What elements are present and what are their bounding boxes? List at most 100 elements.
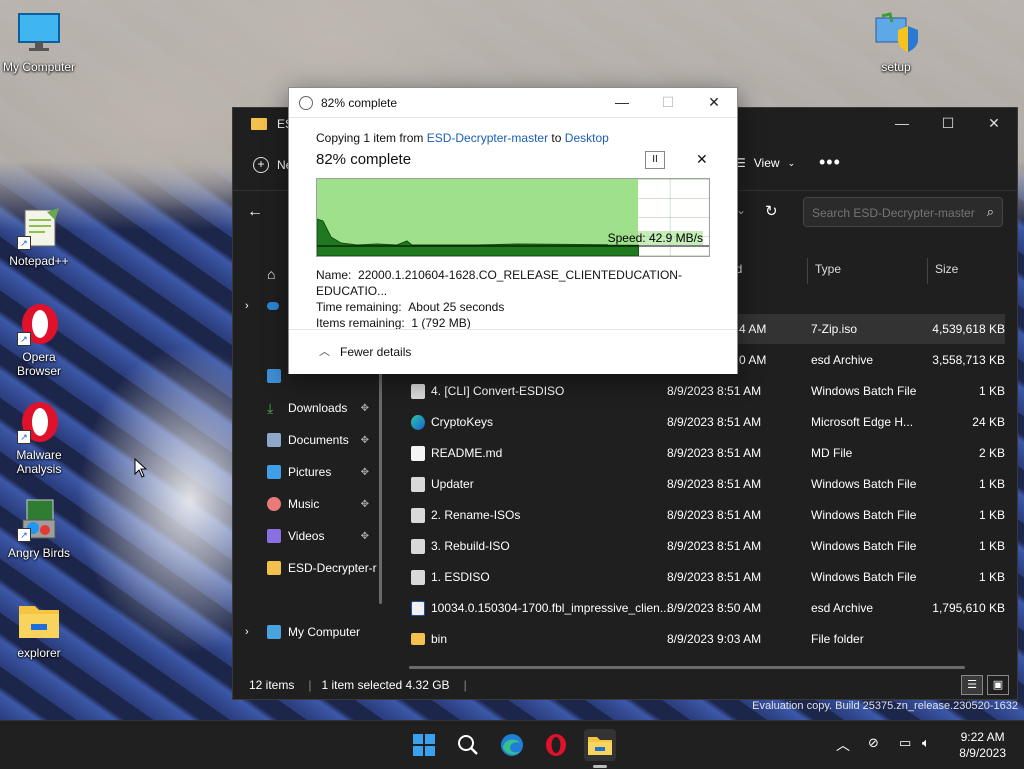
desktop-icon-notepad-plus-plus[interactable]: ↗ Notepad++ [0,206,78,268]
maximize-button[interactable]: ☐ [925,108,971,138]
desktop-icon-angry-birds[interactable]: ↗ Angry Birds [0,498,78,560]
file-explorer-icon [588,737,612,755]
desktop-icon [267,369,281,383]
file-date: 8/9/2023 8:51 AM [667,508,762,522]
status-bar: 12 items | 1 item selected 4.32 GB | ☰ ▣ [233,671,1017,699]
shortcut-arrow-icon: ↗ [17,332,31,346]
file-name: 3. Rebuild-ISO [431,539,510,553]
home-icon: ⌂ [267,266,276,282]
file-row[interactable]: README.md 8/9/2023 8:51 AM MD File 2 KB [405,438,1005,468]
chevron-up-icon[interactable]: ︿ [836,735,850,755]
column-header-type[interactable]: Type [815,262,841,282]
file-row[interactable]: bin 8/9/2023 9:03 AM File folder [405,624,1005,654]
music-icon [267,497,281,511]
system-clock[interactable]: 9:22 AM 8/9/2023 [959,729,1006,761]
clock-time: 9:22 AM [960,730,1005,744]
copy-progress-dialog[interactable]: 82% complete — ☐ ✕ Copying 1 item from E… [288,87,738,374]
file-row[interactable]: Updater 8/9/2023 8:51 AM Windows Batch F… [405,469,1005,499]
fewer-details-button[interactable]: ︿ Fewer details [289,329,737,374]
file-name: 4. [CLI] Convert-ESDISO [431,384,565,398]
close-button[interactable]: ✕ [971,108,1017,138]
search-input[interactable] [804,198,979,228]
nav-item-my-computer[interactable]: › My Computer [233,618,381,646]
setup-shield-icon [874,12,918,56]
network-offline-icon[interactable]: ⊘ [868,735,879,751]
new-button[interactable]: + Ne [253,157,292,173]
desktop-icon-malware-analysis[interactable]: ↗ Malware Analysis [0,400,78,476]
taskbar-edge-button[interactable] [496,729,528,761]
nav-item-downloads[interactable]: ⤓ Downloads ✥ [233,394,381,422]
time-remaining-value: About 25 seconds [408,300,505,314]
taskbar-search-button[interactable] [452,729,484,761]
start-button[interactable] [408,729,440,761]
desktop-icon-opera-browser[interactable]: ↗ Opera Browser [0,302,78,378]
nav-item-esd-decrypter[interactable]: ESD-Decrypter-r [233,554,381,582]
more-options-button[interactable]: ••• [819,152,841,173]
edge-icon [501,734,523,756]
desktop-icon-my-computer[interactable]: My Computer [0,12,78,74]
tiles-view-icon[interactable]: ▣ [987,675,1009,695]
column-header-size[interactable]: Size [935,262,958,282]
file-row[interactable]: 10034.0.150304-1700.fbl_impressive_clien… [405,593,1005,623]
minimize-button[interactable]: — [879,108,925,138]
folder-icon [251,118,267,130]
search-box[interactable]: ⌕ [803,197,1003,228]
volume-icon[interactable]: 🔈︎ [922,735,930,751]
dialog-maximize-button: ☐ [661,94,675,110]
nav-item-documents[interactable]: Documents ✥ [233,426,381,454]
file-type: File folder [811,632,864,646]
file-type: MD File [811,446,853,460]
file-row[interactable]: 3. Rebuild-ISO 8/9/2023 8:51 AM Windows … [405,531,1005,561]
nav-item-music[interactable]: Music ✥ [233,490,381,518]
file-list-scrollbar[interactable] [409,666,965,669]
cancel-copy-button[interactable]: ✕ [696,151,708,168]
display-icon[interactable]: ▭ [899,735,911,751]
shortcut-arrow-icon: ↗ [17,236,31,250]
speed-trace [317,218,639,256]
file-type: Windows Batch File [811,384,917,398]
file-date: 8/9/2023 8:51 AM [667,539,762,553]
pin-icon: ✥ [360,530,369,542]
column-separator[interactable] [807,258,808,284]
refresh-icon[interactable]: ↻ [765,202,778,220]
nav-item-videos[interactable]: Videos ✥ [233,522,381,550]
file-date: 8/9/2023 8:51 AM [667,415,762,429]
desktop-icon-label: setup [881,60,911,74]
file-row[interactable]: 2. Rename-ISOs 8/9/2023 8:51 AM Windows … [405,500,1005,530]
destination-link[interactable]: Desktop [565,131,609,145]
chevron-down-icon: ⌄ [787,157,796,168]
file-type: Windows Batch File [811,508,917,522]
file-row[interactable]: 4. [CLI] Convert-ESDISO 8/9/2023 8:51 AM… [405,376,1005,406]
desktop-icon-label: Opera Browser [16,350,61,378]
taskbar-file-explorer-button[interactable] [584,729,616,761]
file-size: 1 KB [978,477,1005,491]
taskbar: ︿ ⊘ ▭ 🔈︎ 9:22 AM 8/9/2023 [0,720,1024,769]
file-row[interactable]: 1. ESDISO 8/9/2023 8:51 AM Windows Batch… [405,562,1005,592]
view-button[interactable]: ☰ View ⌄ [735,156,795,170]
taskbar-opera-button[interactable] [540,729,572,761]
items-remaining-value: 1 (792 MB) [411,316,471,330]
dialog-minimize-button[interactable]: — [599,88,645,117]
edge-icon [411,414,425,430]
file-row[interactable]: CryptoKeys 8/9/2023 8:51 AM Microsoft Ed… [405,407,1005,437]
back-arrow-icon[interactable]: ← [247,203,263,221]
dialog-title-bar[interactable]: 82% complete — ☐ ✕ [289,88,737,118]
desktop-icon-label: explorer [17,646,61,660]
document-icon [267,433,281,447]
file-size: 2 KB [978,446,1005,460]
source-link[interactable]: ESD-Decrypter-master [427,131,548,145]
pictures-icon [267,465,281,479]
mouse-cursor-icon [134,458,148,478]
batch-file-icon [411,507,425,523]
file-type: Microsoft Edge H... [811,415,914,429]
details-view-icon[interactable]: ☰ [961,675,983,695]
desktop-icon-explorer[interactable]: explorer [0,598,78,660]
column-separator[interactable] [927,258,928,284]
file-name: README.md [431,446,503,460]
file-name: 1. ESDISO [431,570,490,584]
pause-button[interactable]: II [645,151,665,169]
dialog-close-button[interactable]: ✕ [691,88,737,117]
desktop-icon-setup[interactable]: setup [857,12,935,74]
folder-icon [17,598,61,642]
nav-item-pictures[interactable]: Pictures ✥ [233,458,381,486]
